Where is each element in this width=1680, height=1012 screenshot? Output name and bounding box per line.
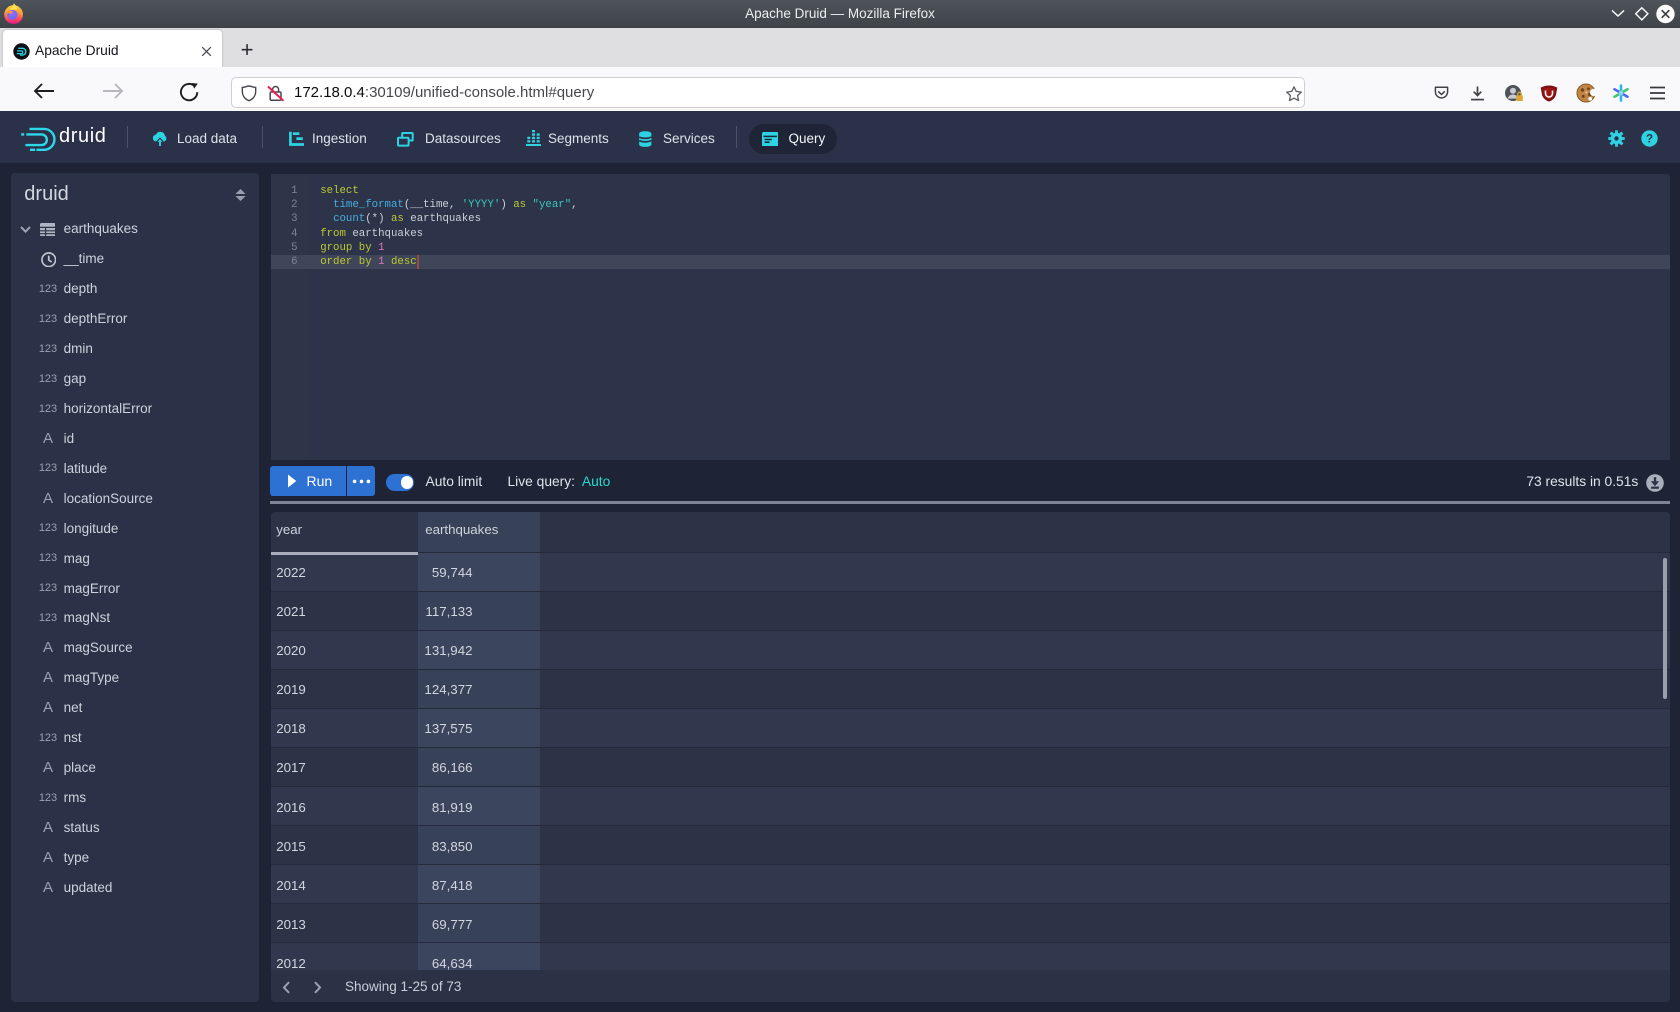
svg-text:?: ?: [1645, 134, 1652, 146]
